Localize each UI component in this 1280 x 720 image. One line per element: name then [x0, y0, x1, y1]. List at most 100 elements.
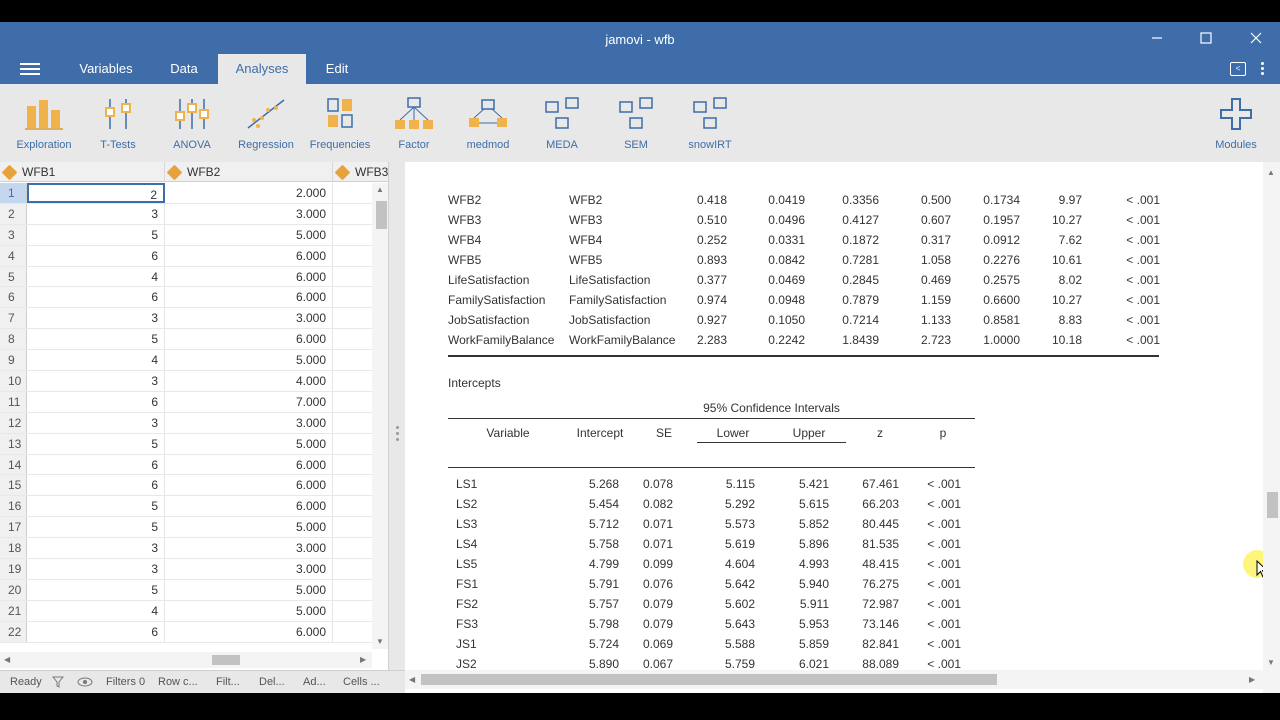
scroll-down-icon[interactable]: ▼ — [376, 637, 384, 646]
cell-wfb1[interactable]: 5 — [27, 433, 165, 454]
row-number[interactable]: 14 — [0, 454, 27, 475]
cell-wfb2[interactable]: 5.000 — [165, 433, 333, 454]
scroll-up-icon[interactable]: ▲ — [1267, 168, 1275, 177]
tab-analyses[interactable]: Analyses — [218, 54, 306, 84]
row-number[interactable]: 8 — [0, 329, 27, 350]
cell-wfb2[interactable]: 3.000 — [165, 412, 333, 433]
cell-wfb1[interactable]: 4 — [27, 350, 165, 371]
cell-wfb2[interactable]: 6.000 — [165, 496, 333, 517]
cell-wfb2[interactable]: 5.000 — [165, 350, 333, 371]
ribbon-snowirt[interactable]: snowIRT — [672, 92, 748, 170]
cell-wfb1[interactable]: 3 — [27, 412, 165, 433]
cell-wfb1[interactable]: 3 — [27, 538, 165, 559]
cell-wfb2[interactable]: 5.000 — [165, 579, 333, 600]
scrollbar-thumb[interactable] — [1267, 492, 1278, 518]
cell-wfb1[interactable]: 5 — [27, 579, 165, 600]
cell-wfb1[interactable]: 6 — [27, 287, 165, 308]
cell-wfb2[interactable]: 3.000 — [165, 308, 333, 329]
cell-wfb1[interactable]: 5 — [27, 517, 165, 538]
cell-wfb1[interactable]: 6 — [27, 475, 165, 496]
cell-wfb2[interactable]: 6.000 — [165, 329, 333, 350]
cell-wfb1[interactable]: 6 — [27, 245, 165, 266]
column-header-wfb2[interactable]: WFB2 — [165, 162, 333, 182]
pane-splitter[interactable] — [389, 162, 405, 693]
cell-wfb1[interactable]: 3 — [27, 559, 165, 579]
cell-wfb2[interactable]: 3.000 — [165, 538, 333, 559]
row-number[interactable]: 9 — [0, 350, 27, 371]
row-number[interactable]: 15 — [0, 475, 27, 496]
row-number[interactable]: 20 — [0, 579, 27, 600]
results-horizontal-scrollbar[interactable]: ◀ ▶ — [405, 670, 1263, 689]
row-number[interactable]: 6 — [0, 287, 27, 308]
ribbon-frequencies[interactable]: Frequencies — [302, 92, 378, 170]
cell-wfb2[interactable]: 6.000 — [165, 266, 333, 287]
cell-wfb2[interactable]: 3.000 — [165, 203, 333, 224]
close-button[interactable] — [1244, 28, 1268, 48]
ribbon-modules[interactable]: Modules — [1198, 92, 1274, 170]
cell-wfb1[interactable]: 4 — [27, 266, 165, 287]
ribbon-sem[interactable]: SEM — [598, 92, 674, 170]
cell-wfb1[interactable]: 5 — [27, 496, 165, 517]
cell-wfb2[interactable]: 6.000 — [165, 287, 333, 308]
tab-data[interactable]: Data — [160, 54, 208, 84]
column-header-wfb1[interactable]: WFB1 — [0, 162, 165, 182]
more-options-icon[interactable] — [1258, 62, 1266, 78]
row-number[interactable]: 3 — [0, 224, 27, 245]
row-number[interactable]: 2 — [0, 203, 27, 224]
row-number[interactable]: 10 — [0, 371, 27, 391]
cell-wfb2[interactable]: 7.000 — [165, 391, 333, 412]
maximize-button[interactable] — [1194, 28, 1218, 48]
cell-wfb2[interactable]: 2.000 — [165, 183, 333, 203]
cell-wfb1[interactable]: 6 — [27, 391, 165, 412]
cell-wfb2[interactable]: 4.000 — [165, 371, 333, 391]
syntax-mode-icon[interactable]: < — [1230, 62, 1246, 76]
scroll-right-icon[interactable]: ▶ — [360, 655, 366, 664]
cell-wfb2[interactable]: 5.000 — [165, 600, 333, 621]
scroll-left-icon[interactable]: ◀ — [409, 675, 415, 684]
cell-wfb2[interactable]: 6.000 — [165, 621, 333, 642]
cell-wfb1[interactable]: 5 — [27, 224, 165, 245]
cell-wfb2[interactable]: 3.000 — [165, 559, 333, 579]
cell-wfb2[interactable]: 6.000 — [165, 245, 333, 266]
ribbon-regression[interactable]: Regression — [228, 92, 304, 170]
cell-wfb1[interactable]: 3 — [27, 308, 165, 329]
scrollbar-thumb[interactable] — [212, 655, 240, 665]
cell-wfb1[interactable]: 5 — [27, 329, 165, 350]
row-number[interactable]: 18 — [0, 538, 27, 559]
row-number[interactable]: 1 — [0, 183, 27, 203]
sheet-vertical-scrollbar[interactable]: ▲ ▼ — [372, 183, 388, 649]
scrollbar-thumb[interactable] — [421, 674, 997, 685]
row-number[interactable]: 12 — [0, 412, 27, 433]
ribbon-t-tests[interactable]: T-Tests — [80, 92, 156, 170]
cell-wfb1[interactable]: 2 — [27, 183, 165, 203]
tab-variables[interactable]: Variables — [66, 54, 146, 84]
column-header-wfb3[interactable]: WFB3 — [333, 162, 388, 182]
cell-wfb1[interactable]: 3 — [27, 203, 165, 224]
row-number[interactable]: 21 — [0, 600, 27, 621]
tab-edit[interactable]: Edit — [316, 54, 358, 84]
row-number[interactable]: 11 — [0, 391, 27, 412]
ribbon-anova[interactable]: ANOVA — [154, 92, 230, 170]
scroll-down-icon[interactable]: ▼ — [1267, 658, 1275, 667]
cell-wfb1[interactable]: 6 — [27, 454, 165, 475]
cell-wfb1[interactable]: 3 — [27, 371, 165, 391]
scroll-up-icon[interactable]: ▲ — [376, 185, 384, 194]
row-number[interactable]: 16 — [0, 496, 27, 517]
row-number[interactable]: 4 — [0, 245, 27, 266]
results-vertical-scrollbar[interactable]: ▲ ▼ — [1263, 162, 1280, 693]
cell-wfb2[interactable]: 5.000 — [165, 517, 333, 538]
scroll-left-icon[interactable]: ◀ — [4, 655, 10, 664]
cell-wfb1[interactable]: 6 — [27, 621, 165, 642]
cell-wfb1[interactable]: 4 — [27, 600, 165, 621]
sheet-horizontal-scrollbar[interactable]: ◀ ▶ — [0, 652, 372, 668]
scroll-right-icon[interactable]: ▶ — [1249, 675, 1255, 684]
ribbon-meda[interactable]: MEDA — [524, 92, 600, 170]
row-number[interactable]: 5 — [0, 266, 27, 287]
row-number[interactable]: 19 — [0, 559, 27, 579]
main-menu-button[interactable] — [20, 63, 40, 77]
row-number[interactable]: 7 — [0, 308, 27, 329]
ribbon-factor[interactable]: Factor — [376, 92, 452, 170]
scrollbar-thumb[interactable] — [376, 201, 387, 229]
row-number[interactable]: 13 — [0, 433, 27, 454]
row-number[interactable]: 17 — [0, 517, 27, 538]
